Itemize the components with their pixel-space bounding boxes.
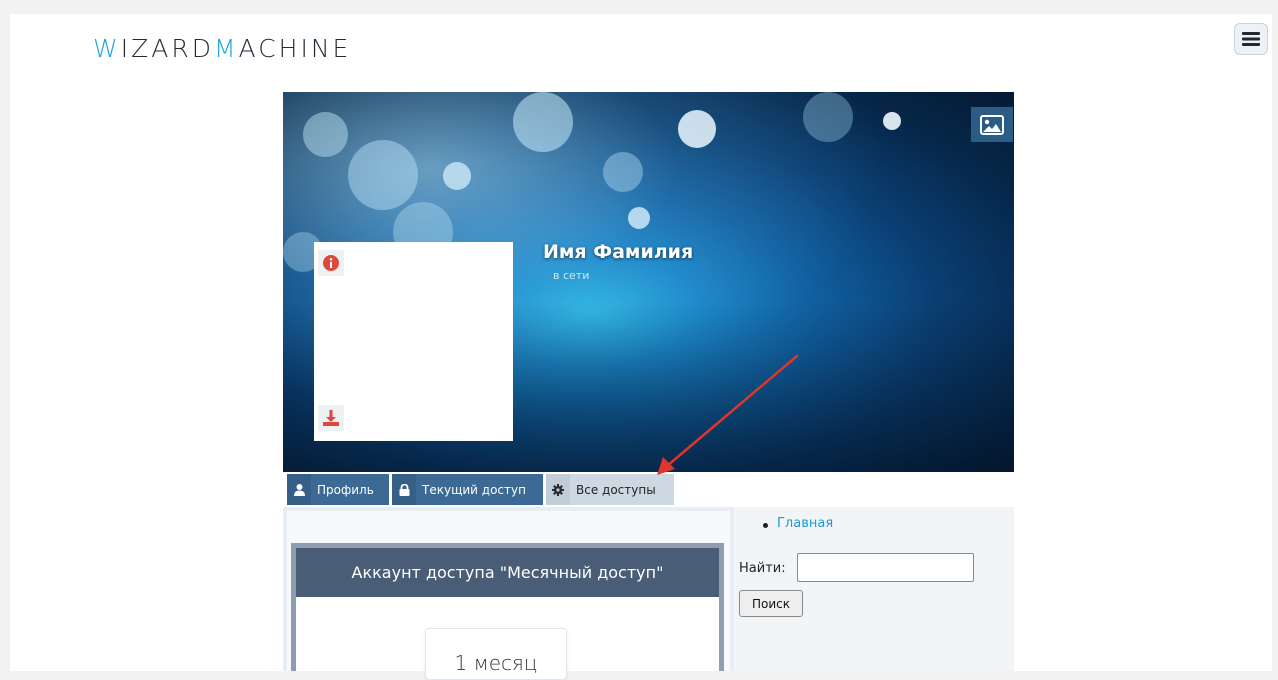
menu-button[interactable] <box>1234 23 1268 55</box>
sidebar <box>734 507 1014 671</box>
online-status: в сети <box>553 269 590 282</box>
change-cover-button[interactable] <box>971 107 1013 142</box>
logo-text-izard: IZARD <box>120 34 214 63</box>
access-card-title: Аккаунт доступа "Месячный доступ" <box>296 548 719 597</box>
plan-option[interactable]: 1 месяц <box>425 628 567 680</box>
tab-current-access-label: Текущий доступ <box>422 482 526 497</box>
logo-letter-m: M <box>213 34 239 63</box>
tab-current-access[interactable]: Текущий доступ <box>392 474 543 505</box>
plan-label: 1 месяц <box>454 651 538 675</box>
logo-text-achine: ACHINE <box>238 34 352 63</box>
tab-all-access-label: Все доступы <box>576 482 656 497</box>
search-input[interactable] <box>797 553 974 582</box>
lock-icon <box>392 474 416 505</box>
search-button[interactable]: Поиск <box>739 590 803 617</box>
user-icon <box>287 474 311 505</box>
info-circle-icon <box>323 255 339 271</box>
profile-name: Имя Фамилия <box>543 241 694 263</box>
tab-profile-label: Профиль <box>317 482 374 497</box>
logo-letter-w: W <box>93 34 121 63</box>
search-label: Найти: <box>739 561 786 576</box>
gear-icon <box>546 474 570 505</box>
nav-link-home[interactable]: Главная <box>777 516 833 531</box>
image-icon <box>980 114 1004 135</box>
tab-profile[interactable]: Профиль <box>287 474 389 505</box>
avatar-info-button[interactable] <box>318 250 344 276</box>
tab-all-access[interactable]: Все доступы <box>546 474 674 505</box>
hamburger-icon <box>1242 32 1260 46</box>
avatar-download-button[interactable] <box>318 405 344 431</box>
download-icon <box>323 410 339 426</box>
list-bullet <box>763 523 768 528</box>
site-logo[interactable]: WIZARDMACHINE <box>93 34 351 63</box>
